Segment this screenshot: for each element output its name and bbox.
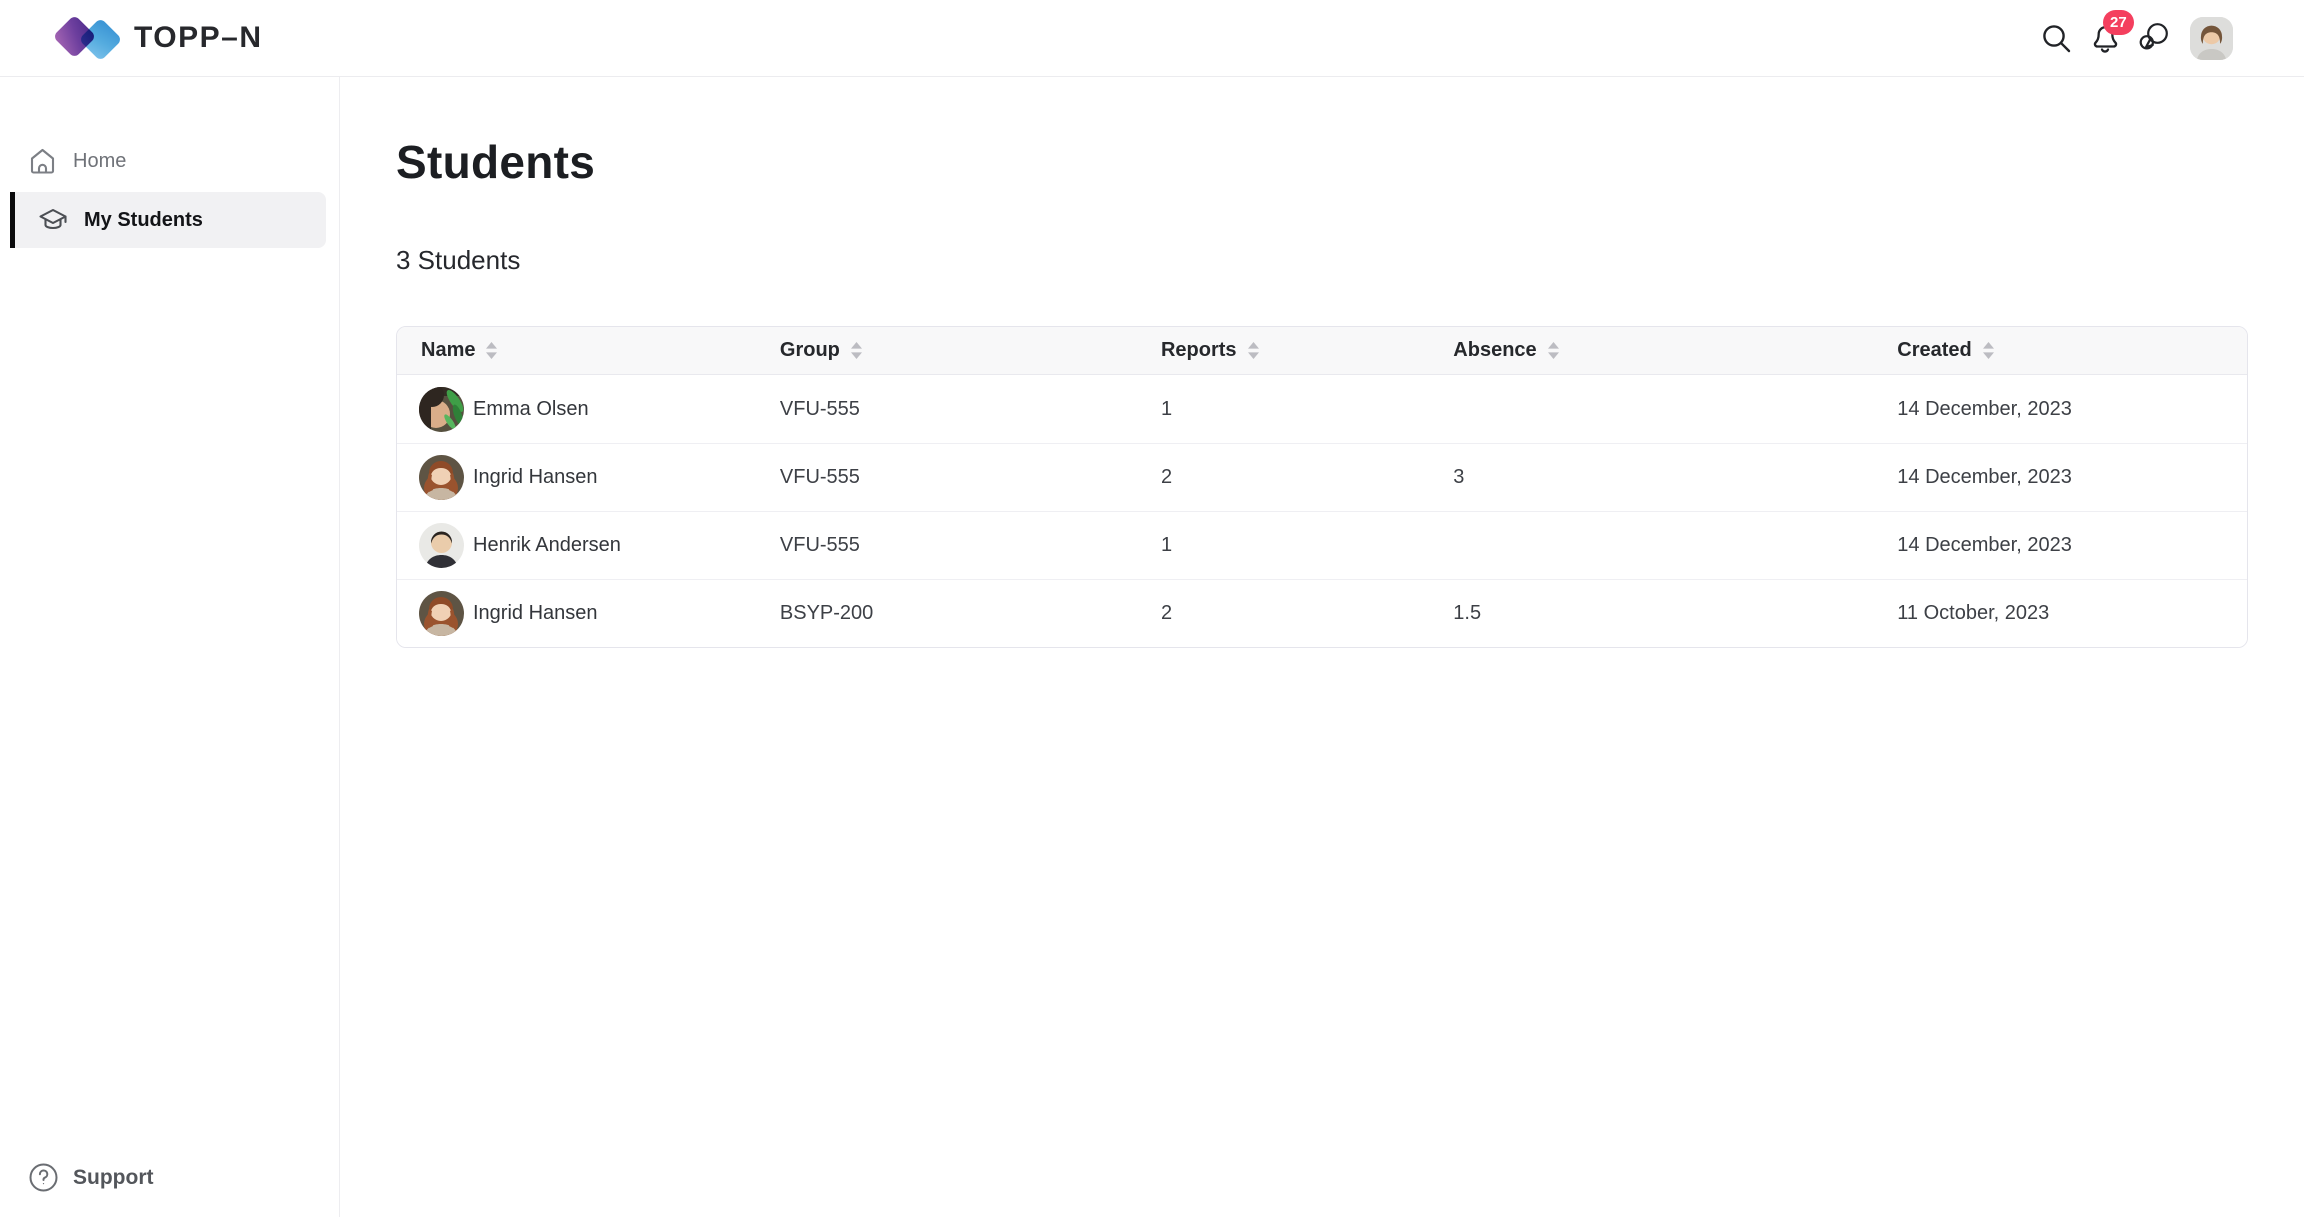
reports-cell: 1 <box>1137 512 1429 579</box>
sort-arrows-icon <box>850 341 863 360</box>
created-cell: 14 December, 2023 <box>1873 512 2247 579</box>
name-cell: Henrik Andersen <box>397 512 756 579</box>
column-label: Reports <box>1161 339 1237 362</box>
group-cell: VFU-555 <box>756 512 1137 579</box>
column-header-group[interactable]: Group <box>756 327 1137 374</box>
search-button[interactable] <box>2035 17 2077 59</box>
absence-cell: 1.5 <box>1429 580 1873 647</box>
app-header: TOPP–N 27 <box>0 0 2304 77</box>
sidebar-nav: Home My Students <box>0 139 339 248</box>
user-avatar[interactable] <box>2190 17 2233 60</box>
student-avatar <box>419 591 464 636</box>
reports-cell: 1 <box>1137 375 1429 443</box>
sort-arrows-icon <box>1547 341 1560 360</box>
sidebar-item-my-students[interactable]: My Students <box>10 192 326 248</box>
question-circle-icon <box>28 1162 59 1193</box>
table-row[interactable]: Henrik Andersen VFU-5551 14 December, 2023 <box>397 511 2247 579</box>
students-table: Name Group Reports Absence Created Emma Olse… <box>396 326 2248 648</box>
table-body: Emma OlsenVFU-555114 December, 2023Ingri… <box>397 375 2247 647</box>
sort-arrows-icon <box>1982 341 1995 360</box>
student-avatar <box>419 455 464 500</box>
table-header-row: Name Group Reports Absence Created <box>397 327 2247 375</box>
name-cell: Emma Olsen <box>397 375 756 443</box>
group-cell: BSYP-200 <box>756 580 1137 647</box>
support-link[interactable]: Support <box>28 1162 153 1193</box>
reports-cell: 2 <box>1137 444 1429 511</box>
absence-cell <box>1429 512 1873 579</box>
header-actions: 27 <box>2035 17 2233 60</box>
sort-arrows-icon <box>1247 341 1260 360</box>
created-cell: 11 October, 2023 <box>1873 580 2247 647</box>
reports-cell: 2 <box>1137 580 1429 647</box>
column-header-created[interactable]: Created <box>1873 327 2247 374</box>
student-name: Henrik Andersen <box>473 534 621 557</box>
graduation-cap-icon <box>38 205 68 235</box>
column-header-reports[interactable]: Reports <box>1137 327 1429 374</box>
table-row[interactable]: Ingrid Hansen BSYP-20021.511 October, 202… <box>397 579 2247 647</box>
app-logo-icon <box>56 11 119 65</box>
chat-icon <box>2135 19 2173 57</box>
notifications-button[interactable]: 27 <box>2084 17 2126 59</box>
students-count: 3 Students <box>396 245 2248 276</box>
column-label: Name <box>421 339 475 362</box>
notification-count-badge: 27 <box>2103 10 2134 35</box>
sort-arrows-icon <box>485 341 498 360</box>
column-label: Group <box>780 339 840 362</box>
logo-diamond-blue <box>79 18 123 62</box>
column-label: Created <box>1897 339 1971 362</box>
main-content: Students 3 Students Name Group Reports Abse… <box>340 77 2304 648</box>
name-cell: Ingrid Hansen <box>397 580 756 647</box>
sidebar: Home My Students Support <box>0 77 340 1217</box>
created-cell: 14 December, 2023 <box>1873 375 2247 443</box>
sidebar-item-label: My Students <box>84 209 203 232</box>
absence-cell: 3 <box>1429 444 1873 511</box>
column-header-absence[interactable]: Absence <box>1429 327 1873 374</box>
group-cell: VFU-555 <box>756 444 1137 511</box>
support-label: Support <box>73 1166 153 1190</box>
student-name: Ingrid Hansen <box>473 466 598 489</box>
column-header-name[interactable]: Name <box>397 327 756 374</box>
absence-cell <box>1429 375 1873 443</box>
sidebar-item-label: Home <box>73 150 126 173</box>
table-row[interactable]: Emma Olsen VFU-5551 14 December, 2023 <box>397 375 2247 443</box>
messages-button[interactable] <box>2133 17 2175 59</box>
group-cell: VFU-555 <box>756 375 1137 443</box>
created-cell: 14 December, 2023 <box>1873 444 2247 511</box>
student-name: Emma Olsen <box>473 398 589 421</box>
brand-name: TOPP–N <box>134 21 263 55</box>
brand-logo[interactable]: TOPP–N <box>56 11 263 65</box>
table-row[interactable]: Ingrid Hansen VFU-5552314 December, 2023 <box>397 443 2247 511</box>
column-label: Absence <box>1453 339 1536 362</box>
student-name: Ingrid Hansen <box>473 602 598 625</box>
home-icon <box>28 147 57 176</box>
name-cell: Ingrid Hansen <box>397 444 756 511</box>
student-avatar <box>419 387 464 432</box>
page-title: Students <box>396 135 2248 189</box>
student-avatar <box>419 523 464 568</box>
search-icon <box>2038 20 2075 57</box>
sidebar-item-home[interactable]: Home <box>0 139 339 183</box>
